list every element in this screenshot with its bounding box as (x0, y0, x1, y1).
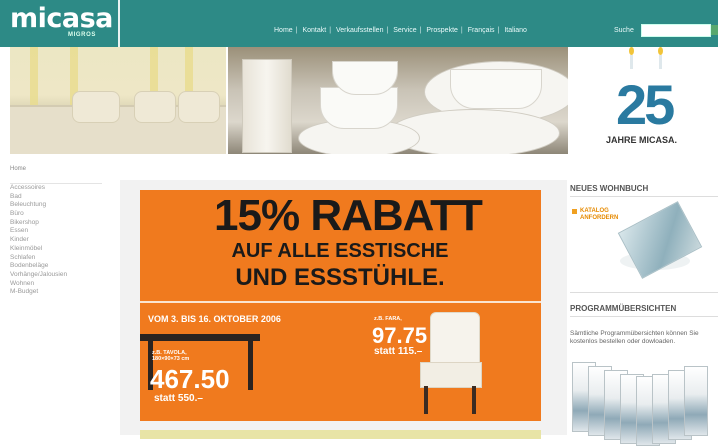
anniversary-text: JAHRE MICASA. (606, 135, 678, 145)
sidebar-item-wohnen[interactable]: Wohnen (10, 280, 102, 289)
programmuebersichten-heading: PROGRAMMÜBERSICHTEN (570, 304, 677, 313)
anniversary-banner: 25 JAHRE MICASA. (570, 47, 718, 154)
nav-kontakt-link[interactable]: Kontakt (300, 27, 328, 34)
nav-verkaufsstellen-link[interactable]: Verkaufsstellen (334, 27, 385, 34)
nav-service-link[interactable]: Service (391, 27, 418, 34)
programmuebersichten-text: Sämtliche Programmübersichten können Sie… (570, 330, 699, 345)
katalog-link-line-2: ANFORDERN (580, 215, 619, 221)
section-divider (570, 196, 718, 197)
next-promo-strip (140, 430, 541, 439)
tableware-banner-image (228, 47, 568, 154)
table-leg-shape (248, 341, 253, 390)
product-a-price: 467.50 (150, 364, 230, 394)
sidebar-item-schlafen[interactable]: Schlafen (10, 254, 102, 263)
sidebar-item-bodenbelaege[interactable]: Bodenbeläge (10, 262, 102, 271)
cushion-shape (72, 91, 120, 123)
katalog-link-line-1: KATALOG (580, 208, 609, 214)
candle-flame-icon (629, 47, 634, 55)
search-submit-button[interactable] (711, 25, 718, 35)
nav-separator: | (295, 27, 298, 34)
candle-icon (630, 55, 633, 69)
nav-italiano-link[interactable]: Italiano (502, 27, 529, 34)
sidebar-item-bad[interactable]: Bad (10, 193, 102, 202)
promo-subline-2: UND ESSSTÜHLE. (235, 264, 445, 291)
search-label: Suche (614, 27, 634, 34)
nav-separator: | (460, 27, 463, 34)
promo-date-range: VOM 3. BIS 16. OKTOBER 2006 (148, 314, 281, 324)
sidebar-item-vorhaenge[interactable]: Vorhänge/Jalousien (10, 271, 102, 280)
sidebar-item-kinder[interactable]: Kinder (10, 236, 102, 245)
logo-divider (118, 0, 120, 47)
cushion-shape (134, 91, 176, 123)
promo-headline: 15% RABATT (214, 191, 483, 240)
product-a-label: z.B. TAVOLA, 180×90×73 cm (152, 350, 189, 362)
sidebar-item-bikershop[interactable]: Bikershop (10, 219, 102, 228)
katalog-anfordern-link[interactable]: KATALOG ANFORDERN (580, 208, 618, 222)
logo-migros-subtext: MIGROS (68, 32, 96, 38)
brochure-image[interactable] (684, 366, 708, 436)
nav-francais-link[interactable]: Français (466, 27, 497, 34)
micasa-logo[interactable]: micasa (10, 3, 113, 34)
chair-leg-shape (424, 386, 428, 414)
product-b-price: 97.75 (372, 323, 428, 348)
bowl-shape (450, 69, 542, 109)
dining-table-image (140, 334, 260, 341)
sidebar-item-m-budget[interactable]: M-Budget (10, 288, 102, 297)
breadcrumb[interactable]: Home (10, 166, 26, 172)
category-sidebar: Accessoires Bad Beleuchtung Büro Bikersh… (10, 183, 102, 370)
promo-banner[interactable]: 15% RABATT AUF ALLE ESSTISCHE UND ESSSTÜ… (140, 190, 541, 421)
section-divider (570, 292, 718, 293)
chair-seat-shape (420, 362, 482, 388)
logo-text: micasa (10, 3, 113, 34)
living-room-banner-image (10, 47, 226, 154)
anniversary-number: 25 (616, 73, 675, 136)
promo-divider (140, 301, 541, 303)
promo-subline-1: AUF ALLE ESSTISCHE (231, 240, 449, 262)
sidebar-item-accessoires[interactable]: Accessoires (10, 184, 102, 193)
product-a-dimensions: 180×90×73 cm (152, 356, 190, 362)
sidebar-item-essen[interactable]: Essen (10, 227, 102, 236)
cushion-shape (178, 91, 220, 123)
nav-separator: | (386, 27, 389, 34)
candle-flame-icon (658, 47, 663, 55)
right-column: NEUES WOHNBUCH KATALOG ANFORDERN PROGRAM… (570, 180, 718, 446)
sidebar-item-kleinmoebel[interactable]: Kleinmöbel (10, 245, 102, 254)
section-divider (570, 316, 718, 317)
search-input[interactable] (641, 24, 711, 37)
cup-shape (332, 61, 398, 95)
sidebar-item-buero[interactable]: Büro (10, 210, 102, 219)
product-a-old-price: statt 550.– (154, 393, 203, 404)
top-bar: micasa MIGROS Home | Kontakt | Verkaufsste… (0, 0, 718, 47)
nav-separator: | (419, 27, 422, 34)
candle-icon (659, 55, 662, 69)
nav-separator: | (329, 27, 332, 34)
katalog-bullet-icon (572, 209, 577, 214)
nav-separator: | (497, 27, 500, 34)
product-b-label: z.B. FARA, (374, 316, 402, 322)
product-b-old-price: statt 115.– (374, 346, 423, 357)
wohnbuch-heading: NEUES WOHNBUCH (570, 184, 649, 193)
sidebar-item-beleuchtung[interactable]: Beleuchtung (10, 201, 102, 210)
main-nav: Home | Kontakt | Verkaufsstellen | Service |… (272, 27, 529, 34)
nav-home-link[interactable]: Home (272, 27, 295, 34)
chair-leg-shape (472, 386, 476, 414)
nav-prospekte-link[interactable]: Prospekte (424, 27, 460, 34)
stacked-dishes-shape (242, 59, 292, 153)
